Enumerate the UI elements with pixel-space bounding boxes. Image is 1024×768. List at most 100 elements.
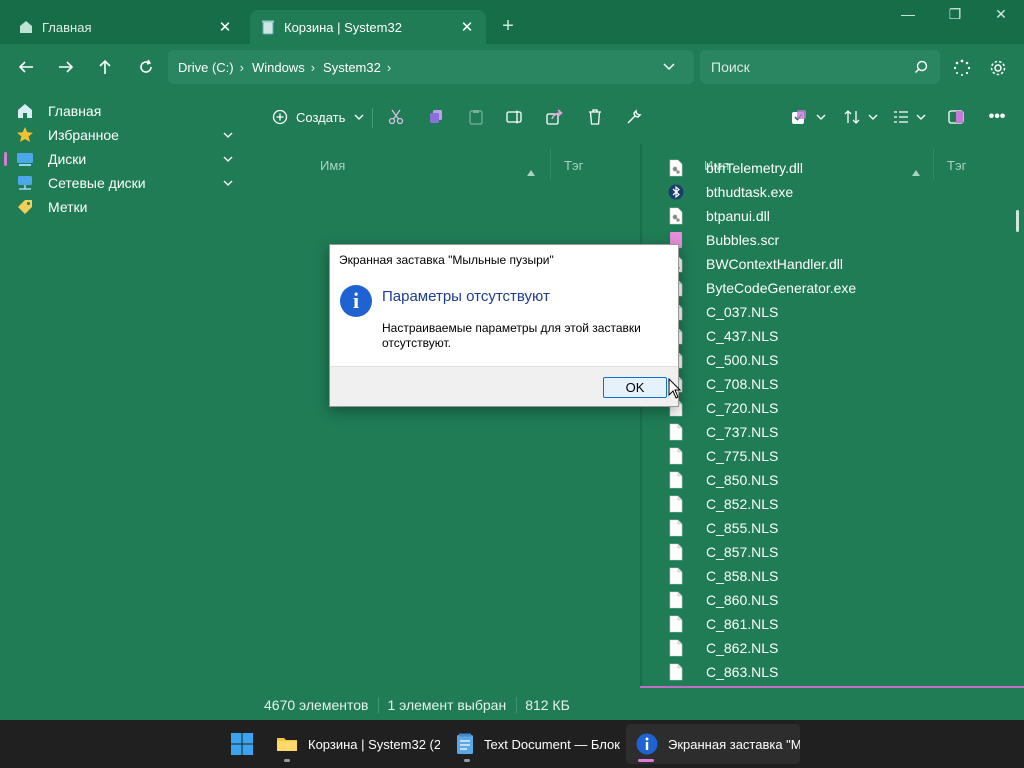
file-icon	[668, 447, 684, 465]
file-row[interactable]: C_500.NLS	[642, 348, 1024, 372]
file-row[interactable]: C_708.NLS	[642, 372, 1024, 396]
back-icon[interactable]	[13, 55, 39, 79]
chevron-down-icon[interactable]	[222, 176, 234, 192]
status-divider	[378, 697, 380, 713]
chevron-down-icon	[815, 111, 827, 123]
selection-count: 1 элемент выбран	[387, 697, 507, 713]
sidebar-item-drives[interactable]: Диски	[0, 147, 248, 171]
wrench-icon[interactable]	[624, 106, 644, 128]
file-row[interactable]: C_860.NLS	[642, 588, 1024, 612]
screensaver-dialog: Экранная заставка "Мыльные пузыри" i Пар…	[329, 244, 679, 407]
share-icon[interactable]	[545, 106, 565, 128]
status-divider	[516, 697, 518, 713]
window-close-button[interactable]: ✕	[986, 6, 1016, 26]
loading-icon[interactable]	[951, 57, 973, 79]
toolbar-divider	[372, 108, 373, 128]
close-icon[interactable]: ✕	[216, 18, 234, 36]
cut-icon[interactable]	[386, 106, 406, 128]
file-row[interactable]: C_037.NLS	[642, 300, 1024, 324]
star-icon	[16, 126, 34, 144]
network-drive-icon	[16, 174, 34, 192]
taskbar-notepad[interactable]: Text Document — Блокн	[446, 724, 620, 764]
chevron-right-icon: ›	[239, 59, 244, 75]
file-row[interactable]: C_857.NLS	[642, 540, 1024, 564]
breadcrumb-drive[interactable]: Drive (C:)	[178, 60, 234, 75]
file-icon	[668, 495, 684, 513]
chevron-down-icon[interactable]	[662, 59, 676, 76]
file-row[interactable]: C_861.NLS	[642, 612, 1024, 636]
file-row[interactable]: ByteCodeGenerator.exe	[642, 276, 1024, 300]
file-row[interactable]: C_437.NLS	[642, 324, 1024, 348]
ok-button[interactable]: OK	[603, 377, 667, 398]
left-pane[interactable]: Имя Тэг	[256, 144, 640, 688]
new-tab-button[interactable]: +	[498, 14, 518, 38]
right-pane[interactable]: Имя Тэг bthTelemetry.dll bthudtask.exe btp…	[642, 144, 1024, 688]
chevron-down-icon[interactable]	[222, 152, 234, 168]
column-divider[interactable]	[550, 148, 551, 180]
sidebar-item-network-drives[interactable]: Сетевые диски	[0, 171, 248, 195]
file-name: C_861.NLS	[706, 616, 779, 632]
file-row[interactable]: C_862.NLS	[642, 636, 1024, 660]
running-indicator	[464, 759, 470, 762]
chevron-down-icon[interactable]	[222, 128, 234, 144]
copy-icon[interactable]	[426, 106, 446, 128]
file-row[interactable]: C_852.NLS	[642, 492, 1024, 516]
close-icon[interactable]: ✕	[458, 18, 476, 36]
up-icon[interactable]	[92, 55, 118, 79]
file-row[interactable]: C_775.NLS	[642, 444, 1024, 468]
file-name: C_857.NLS	[706, 544, 779, 560]
breadcrumb[interactable]: Drive (C:) › Windows › System32 ›	[168, 50, 694, 84]
sidebar-item-favorites[interactable]: Избранное	[0, 123, 248, 147]
sidebar-item-label: Главная	[48, 103, 102, 119]
select-mode-button[interactable]	[789, 106, 829, 128]
preview-pane-icon[interactable]	[946, 106, 966, 128]
active-indicator	[638, 759, 654, 762]
file-row[interactable]: Bubbles.scr	[642, 228, 1024, 252]
more-options-icon[interactable]: •••	[986, 106, 1008, 128]
delete-icon[interactable]	[585, 106, 605, 128]
scrollbar-thumb[interactable]	[1016, 210, 1019, 232]
taskbar-item-label: Экранная заставка "Мь	[668, 736, 800, 752]
forward-icon[interactable]	[53, 55, 79, 79]
file-name: ByteCodeGenerator.exe	[706, 280, 857, 296]
paste-icon[interactable]	[466, 106, 486, 128]
gear-icon[interactable]	[987, 57, 1009, 79]
tab-home[interactable]: Главная ✕	[8, 10, 244, 44]
windows-start-icon[interactable]	[230, 732, 254, 756]
rename-icon[interactable]	[505, 106, 525, 128]
file-row[interactable]: btpanui.dll	[642, 204, 1024, 228]
search-input[interactable]: Поиск	[700, 50, 940, 84]
file-name: C_437.NLS	[706, 328, 779, 344]
file-icon	[668, 543, 684, 561]
file-row[interactable]: bthTelemetry.dll	[642, 156, 1024, 180]
file-row[interactable]: C_855.NLS	[642, 516, 1024, 540]
column-header-name[interactable]: Имя	[320, 158, 345, 173]
tab-label: Главная	[42, 19, 92, 35]
file-row[interactable]: C_850.NLS	[642, 468, 1024, 492]
status-bar: 4670 элементов 1 элемент выбран 812 КБ	[256, 690, 1024, 720]
create-button[interactable]: Создать	[272, 106, 365, 128]
file-row[interactable]: C_858.NLS	[642, 564, 1024, 588]
sidebar-item-home[interactable]: Главная	[0, 99, 248, 123]
file-row[interactable]: BWContextHandler.dll	[642, 252, 1024, 276]
sidebar-item-tags[interactable]: Метки	[0, 195, 248, 219]
breadcrumb-windows[interactable]: Windows	[252, 60, 305, 75]
tab-recycle-system32[interactable]: Корзина | System32 ✕	[250, 10, 486, 44]
taskbar: Корзина | System32 (2) Text Document — Б…	[0, 720, 1024, 768]
mouse-pointer-icon	[668, 377, 682, 405]
taskbar-file-explorer[interactable]: Корзина | System32 (2)	[266, 724, 440, 764]
view-layout-button[interactable]	[890, 106, 930, 128]
taskbar-screensaver-dialog[interactable]: Экранная заставка "Мь	[626, 724, 800, 764]
file-icon	[668, 591, 684, 609]
breadcrumb-system32[interactable]: System32	[323, 60, 381, 75]
maximize-button[interactable]: ❐	[940, 6, 970, 26]
sort-button[interactable]	[841, 106, 881, 128]
minimize-button[interactable]: —	[893, 6, 923, 26]
file-name: C_862.NLS	[706, 640, 779, 656]
file-row[interactable]: bthudtask.exe	[642, 180, 1024, 204]
column-header-tag[interactable]: Тэг	[564, 158, 583, 173]
file-row[interactable]: C_737.NLS	[642, 420, 1024, 444]
file-row[interactable]: C_720.NLS	[642, 396, 1024, 420]
file-row[interactable]: C_863.NLS	[642, 660, 1024, 684]
refresh-icon[interactable]	[133, 55, 159, 79]
